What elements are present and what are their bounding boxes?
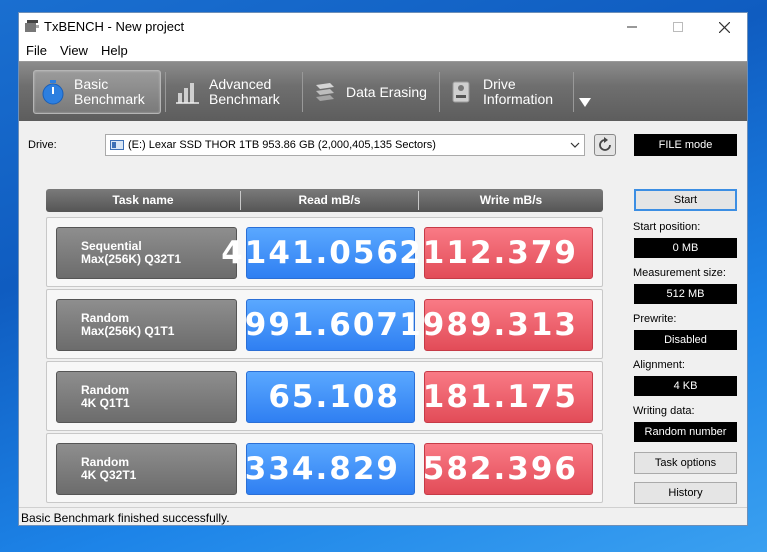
task-button-seq-q32t1[interactable]: Sequential Max(256K) Q32T1 bbox=[56, 227, 237, 279]
tab-drive-information-label: Drive Information bbox=[483, 76, 554, 107]
minimize-icon bbox=[627, 26, 637, 28]
results-header: Task name Read mB/s Write mB/s bbox=[46, 189, 603, 212]
menu-view[interactable]: View bbox=[60, 43, 88, 58]
write-value: 582.396 bbox=[423, 443, 593, 495]
read-value: 991.607 bbox=[245, 299, 415, 351]
bench-row-rnd-max-q1t1: Random Max(256K) Q1T1 991.607 1989.313 bbox=[46, 289, 603, 359]
toolbar-divider bbox=[165, 72, 166, 112]
drive-label: Drive: bbox=[28, 139, 57, 151]
bench-row-seq-q32t1: Sequential Max(256K) Q32T1 4141.056 2112… bbox=[46, 217, 603, 287]
menu-file[interactable]: File bbox=[26, 43, 47, 58]
maximize-button[interactable] bbox=[655, 13, 701, 41]
maximize-icon bbox=[673, 22, 683, 32]
close-button[interactable] bbox=[701, 13, 747, 41]
refresh-icon bbox=[599, 137, 611, 151]
close-icon bbox=[718, 21, 730, 33]
toolbar: Basic Benchmark Advanced Benchmark Data … bbox=[19, 61, 747, 121]
read-value: 65.108 bbox=[246, 371, 415, 423]
header-read: Read mB/s bbox=[298, 193, 361, 207]
measurement-size-label: Measurement size: bbox=[633, 267, 726, 279]
status-bar: Basic Benchmark finished successfully. bbox=[19, 507, 747, 525]
eraser-icon bbox=[316, 83, 334, 101]
bench-row-rnd-4k-q32t1: Random 4K Q32T1 334.829 582.396 bbox=[46, 433, 603, 503]
measurement-size-field[interactable]: 512 MB bbox=[634, 284, 737, 304]
prewrite-field[interactable]: Disabled bbox=[634, 330, 737, 350]
toolbar-divider bbox=[439, 72, 440, 112]
prewrite-label: Prewrite: bbox=[633, 313, 677, 325]
chevron-down-icon bbox=[570, 142, 580, 148]
tab-basic-benchmark[interactable]: Basic Benchmark bbox=[33, 70, 161, 114]
alignment-field[interactable]: 4 KB bbox=[634, 376, 737, 396]
history-button[interactable]: History bbox=[634, 482, 737, 504]
drive-dropdown[interactable]: (E:) Lexar SSD THOR 1TB 953.86 GB (2,000… bbox=[105, 134, 585, 156]
menu-bar: File View Help bbox=[19, 41, 747, 61]
drive-info-icon bbox=[452, 81, 470, 103]
main-content: Drive: (E:) Lexar SSD THOR 1TB 953.86 GB… bbox=[19, 121, 747, 507]
refresh-button[interactable] bbox=[594, 134, 616, 156]
alignment-label: Alignment: bbox=[633, 359, 685, 371]
file-mode-box[interactable]: FILE mode bbox=[634, 134, 737, 156]
tab-data-erasing-label: Data Erasing bbox=[346, 83, 427, 100]
write-value: 181.175 bbox=[423, 371, 593, 423]
task-line2: Max(256K) Q1T1 bbox=[81, 324, 175, 338]
status-text: Basic Benchmark finished successfully. bbox=[21, 511, 230, 525]
writing-data-label: Writing data: bbox=[633, 405, 695, 417]
tab-drive-information[interactable]: Drive Information bbox=[443, 70, 571, 114]
app-icon bbox=[25, 20, 39, 32]
header-task-name: Task name bbox=[112, 193, 174, 207]
task-options-button[interactable]: Task options bbox=[634, 452, 737, 474]
tab-basic-benchmark-label: Basic Benchmark bbox=[74, 76, 145, 107]
tab-advanced-benchmark[interactable]: Advanced Benchmark bbox=[169, 70, 299, 114]
toolbar-divider bbox=[302, 72, 303, 112]
task-button-rnd-4k-q32t1[interactable]: Random 4K Q32T1 bbox=[56, 443, 237, 495]
bar-chart-icon bbox=[176, 83, 199, 104]
read-value: 334.829 bbox=[245, 443, 415, 495]
stopwatch-icon bbox=[42, 80, 64, 105]
write-value: 2112.379 bbox=[399, 227, 593, 279]
window-title: TxBENCH - New project bbox=[44, 19, 185, 34]
toolbar-divider bbox=[573, 72, 574, 112]
bench-row-rnd-4k-q1t1: Random 4K Q1T1 65.108 181.175 bbox=[46, 361, 603, 431]
write-value: 1989.313 bbox=[399, 299, 593, 351]
task-line2: Max(256K) Q32T1 bbox=[81, 252, 182, 266]
drive-icon bbox=[110, 140, 124, 150]
start-button[interactable]: Start bbox=[634, 189, 737, 211]
title-bar: TxBENCH - New project bbox=[19, 13, 747, 41]
tab-advanced-benchmark-label: Advanced Benchmark bbox=[209, 76, 280, 107]
menu-help[interactable]: Help bbox=[101, 43, 128, 58]
start-position-label: Start position: bbox=[633, 221, 701, 233]
toolbar-more-arrow[interactable] bbox=[579, 98, 591, 107]
task-line2: 4K Q32T1 bbox=[81, 468, 137, 482]
header-write: Write mB/s bbox=[479, 193, 543, 207]
app-window: TxBENCH - New project File View Help Bas… bbox=[18, 12, 748, 526]
read-value: 4141.056 bbox=[221, 227, 415, 279]
task-button-rnd-max-q1t1[interactable]: Random Max(256K) Q1T1 bbox=[56, 299, 237, 351]
task-button-rnd-4k-q1t1[interactable]: Random 4K Q1T1 bbox=[56, 371, 237, 423]
minimize-button[interactable] bbox=[609, 13, 655, 41]
writing-data-field[interactable]: Random number bbox=[634, 422, 737, 442]
start-position-field[interactable]: 0 MB bbox=[634, 238, 737, 258]
drive-selected-value: (E:) Lexar SSD THOR 1TB 953.86 GB (2,000… bbox=[128, 139, 436, 151]
task-line2: 4K Q1T1 bbox=[81, 396, 130, 410]
tab-data-erasing[interactable]: Data Erasing bbox=[306, 70, 436, 114]
